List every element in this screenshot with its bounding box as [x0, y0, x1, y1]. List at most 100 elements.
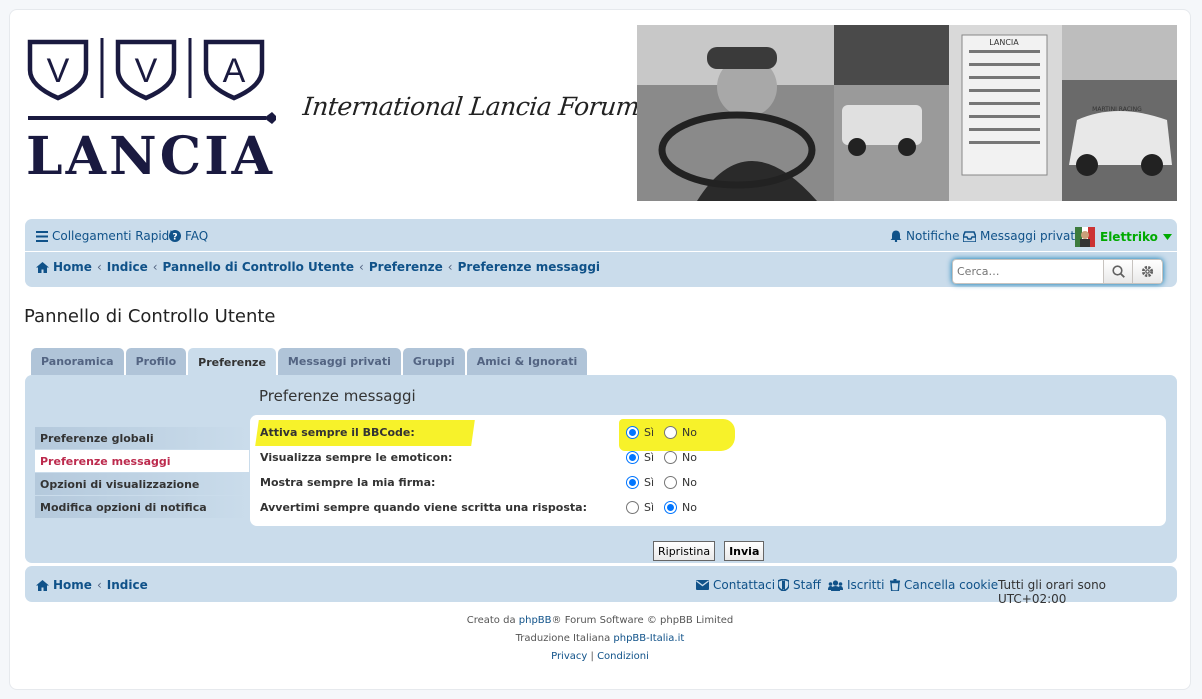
- question-circle-icon: ?: [169, 230, 181, 242]
- radio-no[interactable]: [664, 426, 678, 439]
- delete-cookies-link[interactable]: Cancella cookie: [890, 578, 998, 592]
- breadcrumb-index[interactable]: Indice: [107, 260, 148, 274]
- radio-yes[interactable]: [626, 501, 639, 514]
- contact-link[interactable]: Contattaci: [696, 578, 775, 592]
- radio-no[interactable]: [664, 501, 678, 514]
- staff-link[interactable]: Staff: [778, 578, 821, 592]
- radio-no[interactable]: [664, 451, 678, 464]
- breadcrumb-preferences[interactable]: Preferenze: [369, 260, 443, 274]
- notifications-link[interactable]: Notifiche: [890, 229, 960, 243]
- page-title: Pannello di Controllo Utente: [24, 306, 276, 327]
- submit-button[interactable]: Invia: [724, 541, 765, 561]
- option-yes[interactable]: Sì: [626, 501, 654, 514]
- phpbb-link[interactable]: phpBB: [519, 615, 552, 626]
- option-no[interactable]: No: [664, 451, 697, 464]
- faq-link[interactable]: ? FAQ: [169, 229, 208, 243]
- radio-yes-label: Sì: [644, 426, 655, 439]
- legal-divider: |: [590, 651, 594, 662]
- privacy-link[interactable]: Privacy: [551, 651, 587, 662]
- radio-no-label: No: [682, 451, 698, 464]
- footer-breadcrumb-home[interactable]: Home: [53, 578, 92, 592]
- trash-icon: [890, 579, 900, 591]
- breadcrumb-ucp[interactable]: Pannello di Controllo Utente: [163, 260, 355, 274]
- breadcrumb-separator: ‹: [96, 578, 102, 592]
- ucp-tabs: Panoramica Profilo Preferenze Messaggi p…: [31, 348, 588, 376]
- preferences-panel: Preferenze globali Preferenze messaggi O…: [25, 375, 1177, 563]
- notifications-label: Notifiche: [906, 229, 960, 243]
- members-link[interactable]: Iscritti: [828, 578, 884, 592]
- search-box: [952, 259, 1163, 284]
- home-icon: [36, 579, 49, 591]
- translation-pre: Traduzione Italiana: [515, 633, 614, 644]
- sidebar-item-message-preferences[interactable]: Preferenze messaggi: [35, 450, 249, 472]
- quick-links-menu[interactable]: Collegamenti Rapidi: [36, 229, 173, 243]
- section-title: Preferenze messaggi: [259, 387, 416, 405]
- radio-yes-label: Sì: [644, 476, 655, 489]
- radio-yes-label: Sì: [644, 451, 655, 464]
- copyright-line: Creato da phpBB® Forum Software © phpBB …: [10, 615, 1190, 626]
- breadcrumb: Home ‹ Indice ‹ Pannello di Controllo Ut…: [36, 260, 600, 274]
- option-label: Mostra sempre la mia firma:: [260, 476, 436, 489]
- user-menu[interactable]: Elettriko: [1075, 227, 1172, 247]
- sidebar-item-notification-options[interactable]: Modifica opzioni di notifica: [35, 496, 249, 518]
- option-yes[interactable]: Sì: [626, 426, 654, 439]
- option-label: Attiva sempre il BBCode:: [260, 426, 415, 439]
- tab-private-messages[interactable]: Messaggi privati: [277, 348, 401, 375]
- radio-yes[interactable]: [626, 426, 639, 439]
- option-row-bbcode: Attiva sempre il BBCode: Sì No: [260, 420, 1160, 445]
- viva-lancia-logo[interactable]: V V A LANCIA: [26, 30, 276, 180]
- radio-yes[interactable]: [626, 476, 639, 489]
- radio-no-label: No: [682, 501, 698, 514]
- terms-link[interactable]: Condizioni: [597, 651, 649, 662]
- tab-preferences[interactable]: Preferenze: [188, 348, 276, 376]
- username: Elettriko: [1100, 230, 1158, 244]
- breadcrumb-message-preferences[interactable]: Preferenze messaggi: [458, 260, 600, 274]
- advanced-search-button[interactable]: [1132, 260, 1161, 283]
- tab-profile[interactable]: Profilo: [125, 348, 187, 375]
- phpbb-italia-link[interactable]: phpBB-Italia.it: [613, 633, 684, 644]
- sidebar-item-display-options[interactable]: Opzioni di visualizzazione: [35, 473, 249, 495]
- site-slogan: International Lancia Forums: [301, 92, 653, 121]
- hamburger-icon: [36, 230, 48, 242]
- inbox-icon: [963, 230, 976, 242]
- radio-no-label: No: [682, 426, 698, 439]
- navbar: Collegamenti Rapidi ? FAQ Notifiche Mess…: [25, 219, 1177, 287]
- radio-no[interactable]: [664, 476, 678, 489]
- option-row-emoticons: Visualizza sempre le emoticon: Sì No: [260, 445, 1160, 470]
- page-wrapper: V V A LANCIA International Lancia Forums…: [9, 9, 1191, 690]
- banner-car-sign: MARTINI RACING: [1092, 106, 1142, 113]
- radio-yes-label: Sì: [644, 501, 655, 514]
- reset-button[interactable]: Ripristina: [653, 541, 716, 561]
- members-label: Iscritti: [847, 578, 885, 592]
- tab-groups[interactable]: Gruppi: [402, 348, 465, 375]
- footer-breadcrumb-index[interactable]: Indice: [107, 578, 148, 592]
- option-yes[interactable]: Sì: [626, 451, 654, 464]
- footer-breadcrumb: Home ‹ Indice: [36, 578, 148, 592]
- radio-yes[interactable]: [626, 451, 639, 464]
- logo-a: A: [223, 52, 246, 90]
- radio-no-label: No: [682, 476, 698, 489]
- shield-icon: [778, 579, 789, 591]
- private-messages-link[interactable]: Messaggi privati: [963, 229, 1078, 243]
- bell-icon: [890, 230, 902, 242]
- option-no[interactable]: No: [664, 501, 697, 514]
- home-icon: [36, 261, 49, 273]
- option-yes[interactable]: Sì: [626, 476, 654, 489]
- search-input[interactable]: [953, 260, 1103, 283]
- sidebar-item-global-preferences[interactable]: Preferenze globali: [35, 427, 249, 449]
- form-buttons: Ripristina Invia: [653, 541, 765, 561]
- tab-friends-foes[interactable]: Amici & Ignorati: [466, 348, 588, 375]
- option-no[interactable]: No: [664, 426, 697, 439]
- copyright-post: ® Forum Software © phpBB Limited: [551, 615, 734, 626]
- user-avatar: [1075, 227, 1095, 247]
- translation-line: Traduzione Italiana phpBB-Italia.it: [10, 633, 1190, 644]
- option-label: Visualizza sempre le emoticon:: [260, 451, 453, 464]
- sidebar-menu: Preferenze globali Preferenze messaggi O…: [35, 427, 249, 519]
- search-button[interactable]: [1103, 260, 1132, 283]
- option-no[interactable]: No: [664, 476, 697, 489]
- header-banner-image: LANCIA MARTINI RACING: [637, 25, 1177, 201]
- breadcrumb-home[interactable]: Home: [53, 260, 92, 274]
- breadcrumb-separator: ‹: [359, 260, 364, 274]
- tab-overview[interactable]: Panoramica: [31, 348, 124, 375]
- delete-cookies-label: Cancella cookie: [904, 578, 999, 592]
